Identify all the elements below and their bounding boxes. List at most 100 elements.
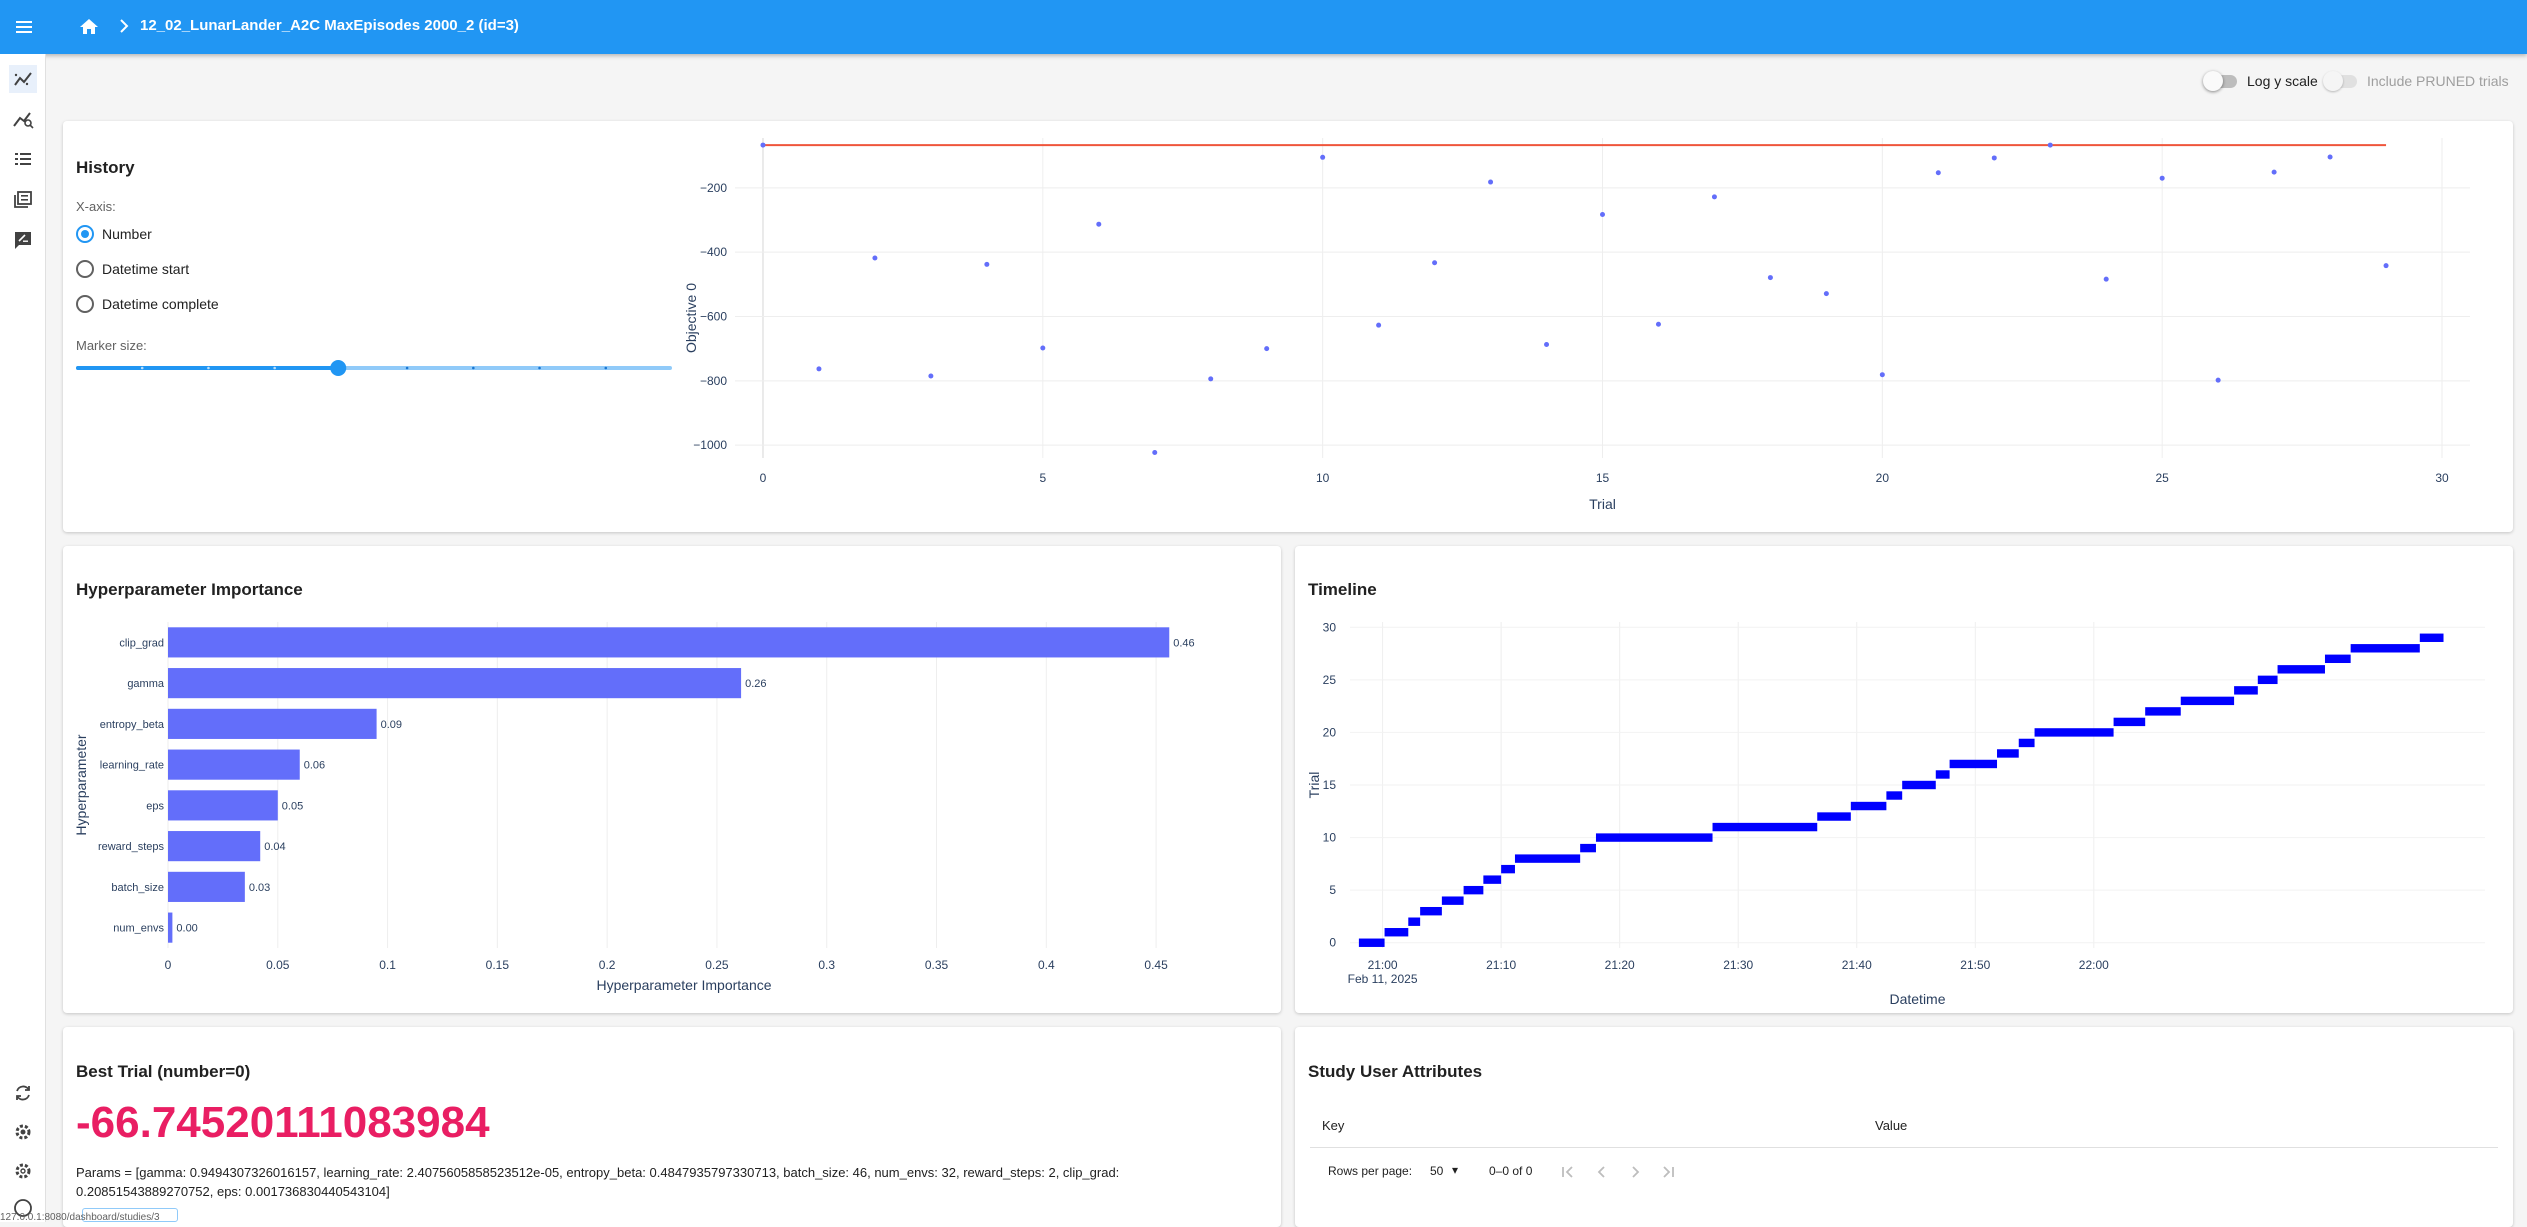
rows-per-page-select[interactable]: 50 ▾	[1430, 1163, 1474, 1178]
slider-thumb[interactable]	[330, 360, 347, 376]
value-label: 0.46	[1173, 637, 1194, 649]
table-list-icon[interactable]	[9, 145, 37, 173]
x-tick-label: 21:50	[1960, 958, 1990, 972]
importance-bar	[168, 831, 261, 862]
x-tick-label: 0.25	[705, 958, 729, 972]
value-label: 0.06	[304, 760, 325, 772]
refresh-icon[interactable]	[9, 1079, 37, 1107]
y-axis-title: Objective 0	[683, 283, 699, 353]
trial-point	[760, 142, 766, 148]
trial-point	[1152, 450, 1158, 456]
x-tick-label: 21:40	[1842, 958, 1872, 972]
value-label: 0.26	[745, 678, 766, 690]
trial-bar	[1463, 885, 1484, 895]
study-title: 12_02_LunarLander_A2C MaxEpisodes 2000_2…	[140, 17, 519, 34]
x-tick-label: 0.2	[599, 958, 616, 972]
pagination-range: 0–0 of 0	[1489, 1164, 1533, 1178]
trial-point	[1432, 260, 1438, 266]
toggle-thumb	[2203, 71, 2223, 91]
x-tick-label: 10	[1316, 471, 1330, 485]
slider-tick-mark	[604, 366, 608, 370]
trial-point	[1096, 221, 1102, 227]
category-label: batch_size	[111, 882, 164, 894]
trial-point	[1655, 321, 1661, 327]
value-label: 0.09	[381, 719, 402, 731]
x-tick-label: 30	[2435, 471, 2449, 485]
trial-bar	[1501, 864, 1515, 874]
marker-size-slider[interactable]	[76, 355, 672, 381]
column-header-value[interactable]: Value	[1875, 1118, 1907, 1133]
trial-point	[2215, 377, 2221, 383]
x-axis-title: Trial	[1589, 496, 1616, 512]
trial-bar	[2277, 665, 2325, 674]
first-page-icon[interactable]	[1558, 1162, 1578, 1182]
x-tick-label: 0	[760, 471, 767, 485]
trial-point	[816, 366, 822, 372]
analytics-icon[interactable]	[9, 105, 37, 133]
trial-point	[984, 261, 990, 267]
trial-point	[1991, 155, 1997, 161]
trial-point	[2103, 276, 2109, 282]
trial-point	[1040, 345, 1046, 351]
toggle-thumb	[2323, 71, 2343, 91]
trial-bar	[1949, 759, 1998, 769]
dropdown-arrow-icon: ▾	[1452, 1163, 1459, 1177]
gear-icon[interactable]	[9, 1157, 37, 1185]
importance-bar	[168, 912, 173, 943]
importance-bar	[168, 668, 742, 699]
trial-point	[1320, 154, 1326, 160]
best-trial-title: Best Trial (number=0)	[76, 1062, 251, 1081]
x-tick-label: 0.4	[1038, 958, 1055, 972]
x-tick-label: 0.1	[379, 958, 396, 972]
trial-point	[872, 255, 878, 261]
x-tick-label: 21:20	[1605, 958, 1635, 972]
trial-bar	[1595, 833, 1713, 842]
last-page-icon[interactable]	[1658, 1162, 1678, 1182]
trial-point	[1264, 346, 1270, 352]
history-plot: 0 5 10 15 20 25 30 −200 −400 −600 −800 −1000 Trial Ob…	[683, 138, 2470, 512]
trial-point	[2159, 175, 2165, 181]
trial-bar	[1441, 896, 1464, 905]
log-scale-label: Log y scale	[2247, 73, 2318, 89]
category-label: learning_rate	[100, 760, 164, 772]
trial-point	[1600, 212, 1605, 218]
sidebar	[0, 54, 46, 1222]
importance-plot: 0 0.05 0.1 0.15 0.2 0.25 0.3 0.35 0.4 0.45 clip_gr…	[73, 622, 1195, 993]
menu-icon[interactable]	[10, 13, 38, 41]
x-tick-label: 21:10	[1486, 958, 1516, 972]
trial-bar	[1580, 843, 1596, 853]
settings-icon[interactable]	[9, 1118, 37, 1146]
history-title: History	[76, 158, 135, 177]
previous-page-icon[interactable]	[1592, 1162, 1612, 1182]
importance-bar	[168, 871, 245, 902]
trial-bar	[1997, 749, 2019, 758]
trial-point	[928, 373, 934, 379]
trial-bar	[2350, 644, 2420, 653]
history-chart-icon[interactable]	[9, 65, 37, 93]
best-trial-value: -66.74520111083984	[76, 1098, 490, 1147]
y-axis-title: Trial	[1306, 772, 1322, 799]
home-icon[interactable]	[75, 13, 103, 41]
value-label: 0.00	[176, 923, 197, 935]
trial-bar	[1902, 780, 1936, 790]
next-page-icon[interactable]	[1625, 1162, 1645, 1182]
rows-per-page-label: Rows per page:	[1328, 1164, 1413, 1178]
y-tick-label: 25	[1323, 673, 1337, 687]
x-axis-title: Datetime	[1889, 991, 1945, 1004]
slider-tick-mark	[140, 366, 144, 370]
trial-bar	[2018, 738, 2035, 748]
y-tick-label: −200	[700, 181, 727, 195]
trial-bar	[2113, 717, 2146, 727]
note-icon[interactable]	[9, 225, 37, 253]
x-tick-label: 0.35	[925, 958, 949, 972]
y-tick-label: 10	[1323, 831, 1337, 845]
value-label: 0.03	[249, 882, 270, 894]
column-header-key[interactable]: Key	[1322, 1118, 1344, 1133]
attributes-table-header: Key Value	[1310, 1104, 2498, 1148]
y-tick-label: −800	[700, 374, 727, 388]
status-url: 127.0.0.1:8080/dashboard/studies/3	[0, 1212, 160, 1223]
library-icon[interactable]	[9, 185, 37, 213]
timeline-plot: 21:00Feb 11, 2025 21:10 21:20 21:30 21:40 21:…	[1306, 620, 2485, 1004]
trial-bar	[1514, 854, 1581, 863]
trial-bar	[1850, 801, 1887, 811]
